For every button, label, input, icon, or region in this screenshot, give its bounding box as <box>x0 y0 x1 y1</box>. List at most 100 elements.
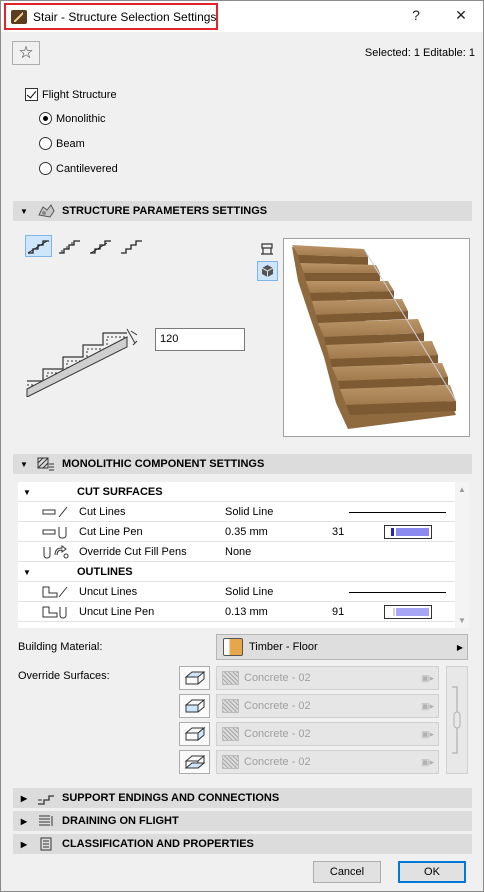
row-name: Uncut Line Pen <box>79 606 155 618</box>
collapse-triangle-icon[interactable]: ▼ <box>17 460 31 469</box>
override-surface-field[interactable]: Concrete - 02 ▣▸ <box>216 694 439 718</box>
row-name: Cut Lines <box>79 506 126 518</box>
flight-structure-checkbox[interactable] <box>25 88 38 101</box>
section-view-icon[interactable] <box>259 241 275 257</box>
group-title: CUT SURFACES <box>77 486 163 498</box>
panel-draining[interactable]: ▶ DRAINING ON FLIGHT <box>13 811 472 831</box>
table-scrollbar[interactable]: ▲ ▼ <box>455 482 469 628</box>
structure-type-4-icon[interactable] <box>118 235 145 257</box>
row-name: Uncut Lines <box>79 586 138 598</box>
help-button[interactable]: ? <box>406 7 426 23</box>
table-row[interactable]: Cut Lines Solid Line <box>18 502 455 522</box>
close-button[interactable]: ✕ <box>451 7 471 24</box>
building-material-label: Building Material: <box>18 641 103 653</box>
surface-picker-icon: ▣▸ <box>420 728 434 739</box>
cancel-button[interactable]: Cancel <box>313 861 381 883</box>
title-highlight: Stair - Structure Selection Settings <box>4 3 218 30</box>
expand-triangle-icon[interactable]: ▶ <box>17 840 31 849</box>
window-title: Stair - Structure Selection Settings <box>33 10 217 24</box>
scroll-up-icon[interactable]: ▲ <box>455 485 469 494</box>
building-material-value: Timber - Floor <box>249 641 318 653</box>
chain-link-icon <box>452 686 461 754</box>
pen-color-swatch[interactable] <box>384 525 432 539</box>
override-surface-field[interactable]: Concrete - 02 ▣▸ <box>216 666 439 690</box>
building-material-selector[interactable]: Timber - Floor ▶ <box>216 634 468 660</box>
panel-title: CLASSIFICATION AND PROPERTIES <box>62 838 254 850</box>
surface-top-icon <box>184 671 205 685</box>
surface-bottom-icon <box>184 755 205 769</box>
cut-line-pen-icon <box>41 525 71 542</box>
concrete-hatch-icon <box>222 699 239 713</box>
scroll-down-icon[interactable]: ▼ <box>455 616 469 625</box>
concrete-hatch-icon <box>222 727 239 741</box>
uncut-line-pen-icon <box>41 605 71 622</box>
material-swatch-icon <box>223 638 243 656</box>
table-row[interactable]: Cut Line Pen 0.35 mm 31 <box>18 522 455 542</box>
radio-button[interactable] <box>39 162 52 175</box>
pen-color-swatch[interactable] <box>384 605 432 619</box>
expand-triangle-icon[interactable]: ▶ <box>17 817 31 826</box>
flight-structure-checkbox-row[interactable]: Flight Structure <box>25 88 117 101</box>
radio-label: Monolithic <box>56 112 106 125</box>
title-bar: Stair - Structure Selection Settings ? ✕ <box>1 1 483 32</box>
collapse-triangle-icon[interactable]: ▼ <box>23 488 31 497</box>
structure-type-2-icon[interactable] <box>56 235 83 257</box>
group-cut-surfaces[interactable]: ▼ CUT SURFACES <box>18 482 455 502</box>
pen-number: 31 <box>332 526 345 538</box>
cut-lines-icon <box>41 505 71 522</box>
override-surface-field[interactable]: Concrete - 02 ▣▸ <box>216 750 439 774</box>
override-surface-bottom-button[interactable] <box>179 750 210 774</box>
collapse-triangle-icon[interactable]: ▼ <box>23 568 31 577</box>
ok-button[interactable]: OK <box>398 861 466 883</box>
radio-button[interactable] <box>39 112 52 125</box>
pen-number: 91 <box>332 606 345 618</box>
flight-structure-label: Flight Structure <box>42 88 117 101</box>
table-row[interactable]: Override Cut Fill Pens None <box>18 542 455 562</box>
radio-button[interactable] <box>39 137 52 150</box>
selection-info: Selected: 1 Editable: 1 <box>364 47 475 59</box>
uncut-lines-icon <box>41 585 71 602</box>
override-surface-top-button[interactable] <box>179 666 210 690</box>
3d-view-icon[interactable] <box>257 261 278 281</box>
link-surfaces-toggle[interactable] <box>446 666 468 774</box>
line-type-preview <box>349 592 446 593</box>
surface-value: Concrete - 02 <box>244 756 311 768</box>
radio-beam[interactable]: Beam <box>39 137 85 150</box>
structure-type-3-icon[interactable] <box>87 235 114 257</box>
panel-classification[interactable]: ▶ CLASSIFICATION AND PROPERTIES <box>13 834 472 854</box>
row-value: 0.35 mm <box>225 526 268 538</box>
override-surface-end-button[interactable] <box>179 722 210 746</box>
structure-thickness-input[interactable]: 120 <box>155 328 245 351</box>
collapse-triangle-icon[interactable]: ▼ <box>17 207 31 216</box>
radio-label: Cantilevered <box>56 162 118 175</box>
chevron-right-icon: ▶ <box>456 642 463 652</box>
row-value: Solid Line <box>225 586 274 598</box>
row-divider <box>18 621 455 622</box>
structure-type-1-icon[interactable] <box>25 235 52 257</box>
table-row[interactable]: Uncut Line Pen 0.13 mm 91 <box>18 602 455 622</box>
surface-end-icon <box>184 726 205 742</box>
panel-monolithic-components[interactable]: ▼ MONOLITHIC COMPONENT SETTINGS <box>13 454 472 474</box>
group-outlines[interactable]: ▼ OUTLINES <box>18 562 455 582</box>
override-fill-pens-icon <box>41 545 71 562</box>
stair-3d-preview[interactable] <box>283 238 470 437</box>
surface-value: Concrete - 02 <box>244 728 311 740</box>
star-icon: ☆ <box>18 43 34 62</box>
panel-structure-parameters[interactable]: ▼ STRUCTURE PARAMETERS SETTINGS <box>13 201 472 221</box>
expand-triangle-icon[interactable]: ▶ <box>17 794 31 803</box>
component-settings-table: ▼ CUT SURFACES Cut Lines Solid Line Cut … <box>18 482 469 628</box>
classification-icon <box>35 836 57 852</box>
row-value: None <box>225 546 252 558</box>
override-surface-side-button[interactable] <box>179 694 210 718</box>
radio-monolithic[interactable]: Monolithic <box>39 112 106 125</box>
surface-picker-icon: ▣▸ <box>420 672 434 683</box>
surface-value: Concrete - 02 <box>244 672 311 684</box>
surface-value: Concrete - 02 <box>244 700 311 712</box>
radio-cantilevered[interactable]: Cantilevered <box>39 162 118 175</box>
panel-title: STRUCTURE PARAMETERS SETTINGS <box>62 205 268 217</box>
table-row[interactable]: Uncut Lines Solid Line <box>18 582 455 602</box>
favorites-button[interactable]: ☆ <box>12 41 40 65</box>
panel-support-endings[interactable]: ▶ SUPPORT ENDINGS AND CONNECTIONS <box>13 788 472 808</box>
dialog-window: Stair - Structure Selection Settings ? ✕… <box>0 0 484 892</box>
override-surface-field[interactable]: Concrete - 02 ▣▸ <box>216 722 439 746</box>
